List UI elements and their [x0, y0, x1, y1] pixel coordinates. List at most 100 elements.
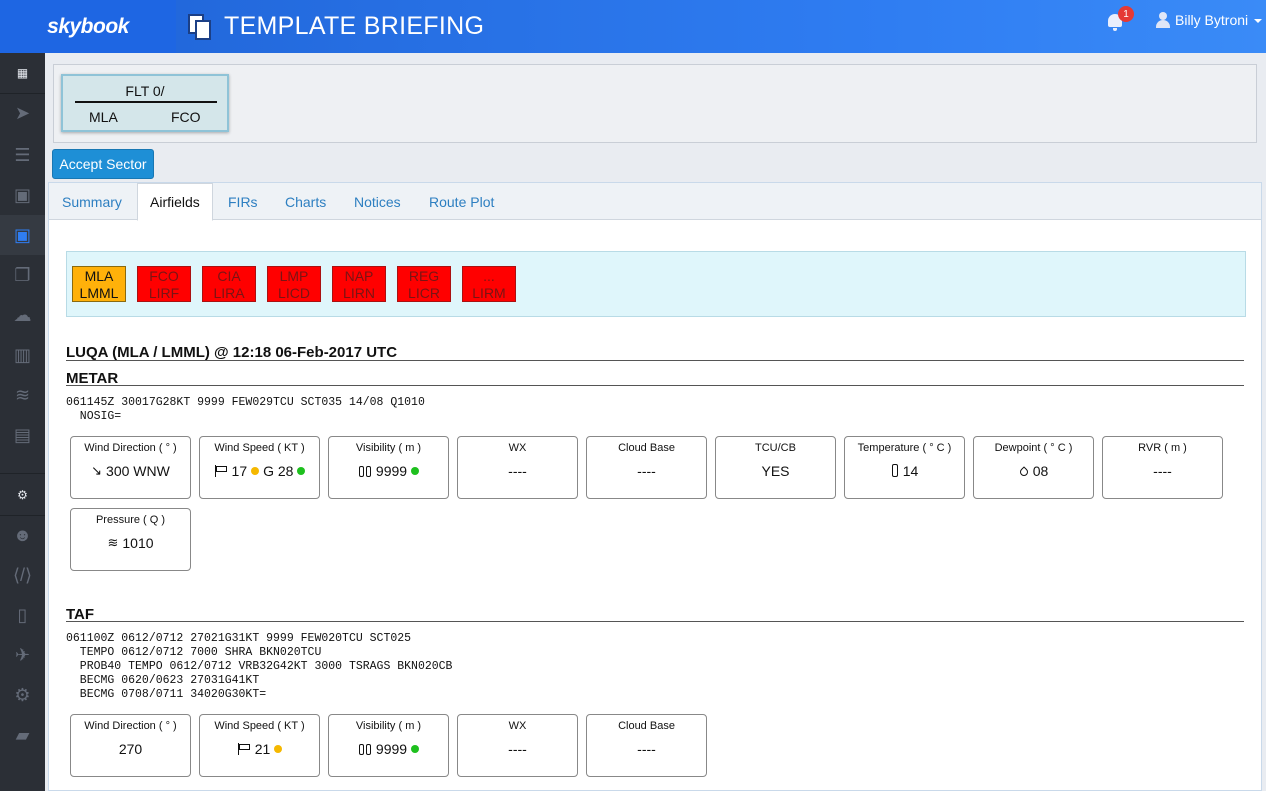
cloud-icon[interactable]: ☁: [0, 295, 45, 335]
airfield-button-lira[interactable]: CIA LIRA: [202, 266, 256, 302]
rvr-value: ----: [1153, 463, 1172, 479]
taf-wind-direction-card: Wind Direction ( ° ) 270: [70, 714, 191, 777]
status-green-icon: [411, 467, 420, 475]
card-label: Wind Direction ( ° ): [84, 720, 177, 732]
taf-raw-line: 061100Z 0612/0712 27021G31KT 9999 FEW020…: [66, 632, 412, 645]
tab-firs[interactable]: FIRs: [228, 183, 258, 220]
folder-open-icon[interactable]: ▰: [0, 715, 45, 755]
airfield-button-lirn[interactable]: NAP LIRN: [332, 266, 386, 302]
accept-sector-button[interactable]: Accept Sector: [52, 149, 154, 179]
taf-visibility-card: Visibility ( m ) 9999: [328, 714, 449, 777]
temperature-value: 14: [902, 463, 919, 479]
card-value: ----: [1103, 463, 1222, 479]
airfield-button-lmml[interactable]: MLA LMML: [72, 266, 126, 302]
briefcase-icon[interactable]: ▣: [0, 175, 45, 215]
pressure-value: 1010: [122, 535, 154, 551]
card-label: Visibility ( m ): [355, 720, 422, 732]
card-label: RVR ( m ): [1138, 442, 1187, 454]
user-menu[interactable]: Billy Bytroni: [1156, 12, 1263, 28]
card-value: YES: [716, 463, 835, 479]
airfield-iata: ...: [483, 268, 495, 284]
wind-speed-value: 21: [254, 741, 271, 757]
card-label: Pressure ( Q ): [95, 514, 166, 526]
grid-icon[interactable]: ▦: [0, 53, 45, 93]
visibility-value: 9999: [375, 741, 408, 757]
card-value: ----: [587, 741, 706, 757]
visibility-value: 9999: [375, 463, 408, 479]
documents-icon[interactable]: ❐: [0, 255, 45, 295]
notification-badge[interactable]: 1: [1118, 6, 1134, 22]
metar-pressure-card: Pressure ( Q ) ≋ 1010: [70, 508, 191, 571]
airfield-icao: LICD: [278, 285, 310, 301]
flag-icon: [237, 743, 251, 755]
airfield-button-licd[interactable]: LMP LICD: [267, 266, 321, 302]
tab-summary[interactable]: Summary: [62, 183, 122, 220]
card-value: 270: [71, 741, 190, 757]
book-icon[interactable]: ▥: [0, 335, 45, 375]
tab-bar: Summary Airfields FIRs Charts Notices Ro…: [49, 183, 1261, 221]
list-icon[interactable]: ☰: [0, 135, 45, 175]
taf-wx-card: WX ----: [457, 714, 578, 777]
metar-visibility-card: Visibility ( m ) 9999: [328, 436, 449, 499]
flight-sector-card[interactable]: FLT 0/ MLA FCO: [61, 74, 229, 132]
binoculars-icon: [358, 742, 372, 756]
metar-raw: 061145Z 30017G28KT 9999 FEW029TCU SCT035…: [66, 396, 425, 424]
brand-logo[interactable]: skybook: [0, 0, 176, 53]
wind-gust-value: G 28: [263, 463, 294, 479]
card-value: 9999: [329, 741, 448, 757]
card-label: Dewpoint ( ° C ): [994, 442, 1073, 454]
airfield-iata: LMP: [279, 268, 309, 284]
sidebar: ▦ ➤ ☰ ▣ ▣ ❐ ☁ ▥ ≋ ▤ ⚙ ☻ ⟨/⟩ ▯ ✈ ⚙ ▰: [0, 53, 45, 791]
card-label: WX: [508, 442, 527, 454]
code-icon[interactable]: ⟨/⟩: [0, 555, 45, 595]
card-value: ----: [458, 741, 577, 757]
airfield-icao: LIRN: [343, 285, 375, 301]
card-value: ----: [587, 463, 706, 479]
card-label: WX: [508, 720, 527, 732]
card-label: Wind Speed ( KT ): [214, 720, 305, 732]
tab-charts[interactable]: Charts: [285, 183, 326, 220]
flight-sector-panel: [53, 64, 1257, 143]
airfield-button-lirf[interactable]: FCO LIRF: [137, 266, 191, 302]
airfield-iata: NAP: [344, 268, 374, 284]
taf-raw: 061100Z 0612/0712 27021G31KT 9999 FEW020…: [66, 632, 452, 702]
wind-icon: ≋: [107, 535, 119, 550]
tab-route-plot[interactable]: Route Plot: [429, 183, 494, 220]
airfield-iata: CIA: [217, 268, 241, 284]
tab-airfields[interactable]: Airfields: [137, 183, 213, 221]
card-label: Cloud Base: [618, 442, 675, 454]
status-green-icon: [411, 745, 420, 753]
flag-icon: [214, 465, 228, 477]
card-value: 14: [845, 463, 964, 479]
briefcase-active-icon[interactable]: ▣: [0, 215, 45, 255]
airfield-icao: LMML: [79, 285, 119, 301]
metar-raw-line: NOSIG=: [66, 410, 122, 423]
airfield-iata: MLA: [84, 268, 114, 284]
users-icon[interactable]: ☻: [0, 515, 45, 555]
tcu-cb-value: YES: [761, 463, 790, 479]
wind-speed-value: 17: [231, 463, 248, 479]
metar-dewpoint-card: Dewpoint ( ° C ) 08: [973, 436, 1094, 499]
binoculars-icon: [358, 464, 372, 478]
user-name: Billy Bytroni: [1175, 12, 1249, 28]
card-value: 21: [200, 741, 319, 757]
card-label: Visibility ( m ): [355, 442, 422, 454]
cloud-base-value: ----: [637, 463, 656, 479]
airfield-button-licr[interactable]: REG LICR: [397, 266, 451, 302]
gears-icon[interactable]: ⚙: [0, 675, 45, 715]
divider: [66, 360, 1244, 361]
airfield-button-lirm[interactable]: ... LIRM: [462, 266, 516, 302]
mobile-icon[interactable]: ▯: [0, 595, 45, 635]
file-icon[interactable]: ▤: [0, 415, 45, 455]
card-label: TCU/CB: [755, 442, 796, 454]
card-label: Wind Speed ( KT ): [214, 442, 305, 454]
user-icon: [1156, 12, 1170, 28]
tab-notices[interactable]: Notices: [354, 183, 401, 220]
paper-plane-icon[interactable]: ➤: [0, 93, 45, 133]
metar-wx-card: WX ----: [457, 436, 578, 499]
database-icon[interactable]: ≋: [0, 375, 45, 415]
cloud-base-value: ----: [637, 741, 656, 757]
card-label: Wind Direction ( ° ): [84, 442, 177, 454]
gear-icon[interactable]: ⚙: [0, 475, 45, 515]
plane-icon[interactable]: ✈: [0, 635, 45, 675]
